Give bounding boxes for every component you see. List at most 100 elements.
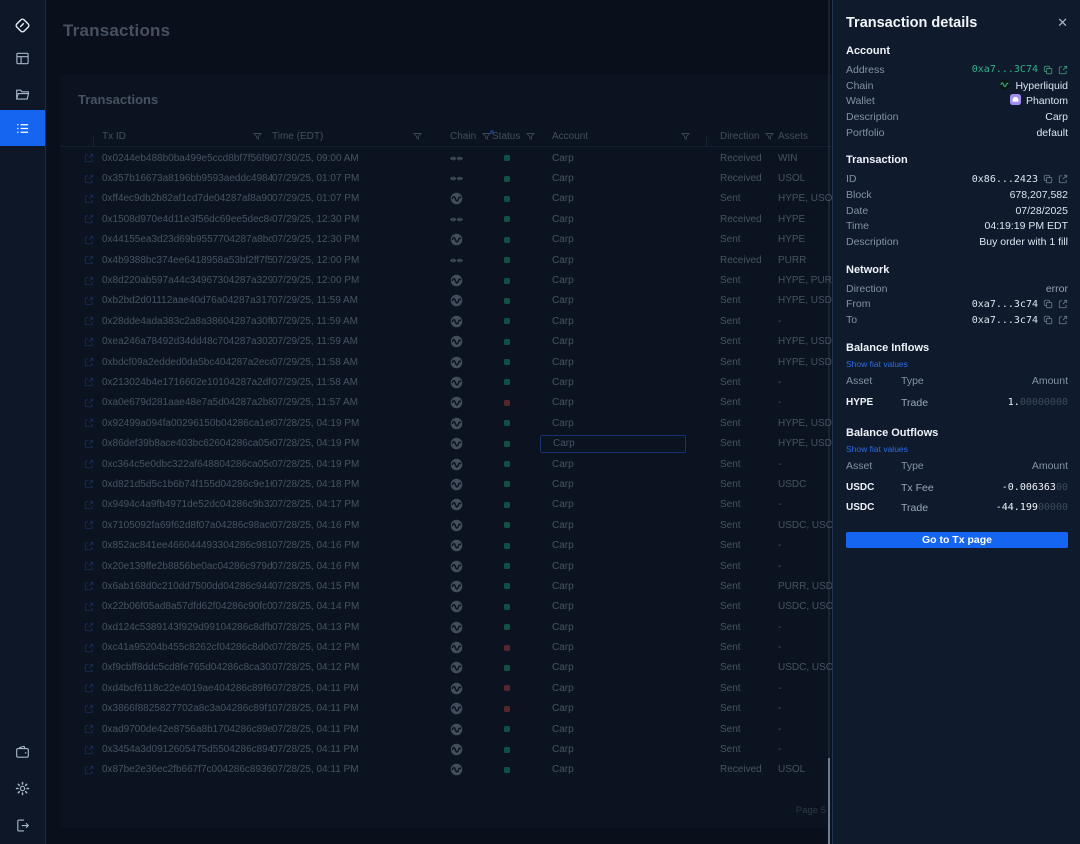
tx-id-cell[interactable]: 0x852ac841ee466044493304286c981e01...	[102, 540, 272, 551]
external-link-icon[interactable]	[76, 337, 102, 347]
table-row[interactable]: 0x1508d970e4d11e3f56dc69ee5dec8453...07/…	[60, 209, 862, 229]
external-link-icon[interactable]	[76, 561, 102, 571]
tx-id-cell[interactable]: 0x87be2e36ec2fb667f7c004286c8936012...	[102, 764, 272, 775]
tx-id-cell[interactable]: 0x20e139ffe2b8856be0ac04286c979d02...	[102, 561, 272, 572]
external-link-icon[interactable]	[76, 704, 102, 714]
account-cell[interactable]: Carp	[540, 679, 700, 697]
go-to-tx-page-button[interactable]: Go to Tx page	[846, 532, 1068, 548]
account-cell[interactable]: Carp	[540, 394, 700, 412]
tx-id-cell[interactable]: 0xd124c5389143f929d99104286c8dfb020...	[102, 622, 272, 633]
scrollbar-track[interactable]	[828, 0, 830, 844]
account-cell[interactable]: Carp	[540, 414, 700, 432]
tx-id-cell[interactable]: 0x92499a094fa00296150b04286ca1e802...	[102, 418, 272, 429]
column-header-txid[interactable]: Tx ID	[102, 131, 272, 142]
external-link-icon[interactable]	[76, 745, 102, 755]
tx-id-cell[interactable]: 0xad9700de42e8756a8b1704286c89ee01...	[102, 724, 272, 735]
account-cell[interactable]: Carp	[540, 170, 700, 188]
external-link-icon[interactable]	[1058, 299, 1068, 309]
scrollbar-thumb[interactable]	[828, 758, 830, 844]
tx-id-cell[interactable]: 0xd821d5d5c1b6b74f155d04286c9e16013...	[102, 479, 272, 490]
table-row[interactable]: 0x852ac841ee466044493304286c981e01...07/…	[60, 535, 862, 555]
tx-id-cell[interactable]: 0x0244eb488b0ba499e5ccd8bf7f56f908...	[102, 153, 272, 164]
table-row[interactable]: 0xbdcf09a2edded0da5bc404287a2ecc02...07/…	[60, 352, 862, 372]
account-cell[interactable]: Carp	[540, 537, 700, 555]
tx-id-cell[interactable]: 0x3454a3d0912605475d5504286c894601...	[102, 744, 272, 755]
external-link-icon[interactable]	[76, 663, 102, 673]
column-header-chain[interactable]: Chain	[432, 131, 490, 142]
tx-id-cell[interactable]: 0x86def39b8ace403bc62604286ca05e0...	[102, 438, 272, 449]
sidebar-item-dashboard[interactable]	[0, 40, 45, 76]
filter-icon[interactable]	[253, 132, 262, 141]
table-row[interactable]: 0x92499a094fa00296150b04286ca1e802...07/…	[60, 413, 862, 433]
column-header-account[interactable]: Account	[540, 131, 700, 142]
table-row[interactable]: 0x0244eb488b0ba499e5ccd8bf7f56f908...07/…	[60, 148, 862, 168]
account-cell[interactable]: Carp	[540, 761, 700, 779]
sidebar-item-transactions[interactable]	[0, 110, 45, 146]
account-cell[interactable]: Carp	[540, 577, 700, 595]
tx-id-cell[interactable]: 0x213024b4e1716602e10104287a2dfc020...	[102, 377, 272, 388]
tx-id-cell[interactable]: 0xff4ec9db2b82af1cd7de04287af8a90127...	[102, 193, 272, 204]
account-cell[interactable]: Carp	[540, 312, 700, 330]
column-header-time[interactable]: Time (EDT)	[272, 131, 432, 142]
external-link-icon[interactable]	[76, 235, 102, 245]
external-link-icon[interactable]	[76, 622, 102, 632]
account-cell[interactable]: Carp	[540, 231, 700, 249]
table-row[interactable]: 0x6ab168d0c210dd7500dd04286c944d0...07/2…	[60, 576, 862, 596]
external-link-icon[interactable]	[76, 602, 102, 612]
tx-id-cell[interactable]: 0xb2bd2d01112aae40d76a04287a3174020...	[102, 295, 272, 306]
external-link-icon[interactable]	[76, 479, 102, 489]
table-row[interactable]: 0x87be2e36ec2fb667f7c004286c8936012...07…	[60, 760, 862, 780]
external-link-icon[interactable]	[76, 357, 102, 367]
account-cell[interactable]: Carp	[540, 435, 686, 453]
tx-id-cell[interactable]: 0x357b16673a8196bb9593aeddc498433a...	[102, 173, 272, 184]
account-cell[interactable]: Carp	[540, 516, 700, 534]
account-cell[interactable]: Carp	[540, 373, 700, 391]
tx-id-cell[interactable]: 0xd4bcf6118c22e4019ae404286c89f6019...	[102, 683, 272, 694]
table-row[interactable]: 0xff4ec9db2b82af1cd7de04287af8a90127...0…	[60, 189, 862, 209]
external-link-icon[interactable]	[76, 174, 102, 184]
table-row[interactable]: 0x7105092fa69f62d8f07a04286c98ac01b...07…	[60, 515, 862, 535]
column-header-direction[interactable]: Direction	[700, 131, 762, 142]
show-fiat-values-link[interactable]: Show fiat values	[846, 444, 908, 454]
external-link-icon[interactable]	[76, 439, 102, 449]
tx-id-cell[interactable]: 0xc41a95204b455c8262cf04286c8d0c01...	[102, 642, 272, 653]
external-link-icon[interactable]	[76, 255, 102, 265]
account-cell[interactable]: Carp	[540, 659, 700, 677]
table-row[interactable]: 0x86def39b8ace403bc62604286ca05e0...07/2…	[60, 433, 862, 453]
account-cell[interactable]: Carp	[540, 149, 700, 167]
table-row[interactable]: 0x357b16673a8196bb9593aeddc498433a...07/…	[60, 168, 862, 188]
external-link-icon[interactable]	[76, 541, 102, 551]
table-row[interactable]: 0x22b06f05ad8a57dfd62f04286c90fc020...07…	[60, 597, 862, 617]
table-row[interactable]: 0xa0e679d281aae48e7a5d04287a2b8902...07/…	[60, 393, 862, 413]
tx-id-cell[interactable]: 0xc364c5e0dbc322af648804286ca05c01...	[102, 459, 272, 470]
account-cell[interactable]: Carp	[540, 353, 700, 371]
table-row[interactable]: 0xd124c5389143f929d99104286c8dfb020...07…	[60, 617, 862, 637]
tx-id-cell[interactable]: 0x8d220ab597a44c34967304287a329801...	[102, 275, 272, 286]
table-row[interactable]: 0x3866f8825827702a8c3a04286c89f101a...07…	[60, 699, 862, 719]
account-cell[interactable]: Carp	[540, 741, 700, 759]
account-cell[interactable]: Carp	[540, 190, 700, 208]
tx-id-cell[interactable]: 0x22b06f05ad8a57dfd62f04286c90fc020...	[102, 601, 272, 612]
sidebar-item-portfolios[interactable]	[0, 76, 45, 112]
account-cell[interactable]: Carp	[540, 292, 700, 310]
external-link-icon[interactable]	[76, 418, 102, 428]
external-link-icon[interactable]	[76, 683, 102, 693]
table-row[interactable]: 0x4b9388bc374ee6418958a53bf2ff7f59f7...0…	[60, 250, 862, 270]
tx-id-cell[interactable]: 0x3866f8825827702a8c3a04286c89f101a...	[102, 703, 272, 714]
table-row[interactable]: 0x9494c4a9fb4971de52dc04286c9b3201...07/…	[60, 495, 862, 515]
external-link-icon[interactable]	[76, 500, 102, 510]
tx-id-cell[interactable]: 0x44155ea3d23d69b9557704287a8bc102...	[102, 234, 272, 245]
tx-id-cell[interactable]: 0x7105092fa69f62d8f07a04286c98ac01b...	[102, 520, 272, 531]
external-link-icon[interactable]	[76, 153, 102, 163]
external-link-icon[interactable]	[76, 643, 102, 653]
table-row[interactable]: 0xd821d5d5c1b6b74f155d04286c9e16013...07…	[60, 474, 862, 494]
filter-icon[interactable]	[681, 132, 690, 141]
table-row[interactable]: 0x8d220ab597a44c34967304287a329801...07/…	[60, 270, 862, 290]
tx-id-cell[interactable]: 0xea246a78492d34dd48c704287a302402...	[102, 336, 272, 347]
table-row[interactable]: 0x44155ea3d23d69b9557704287a8bc102...07/…	[60, 230, 862, 250]
tx-id-cell[interactable]: 0xbdcf09a2edded0da5bc404287a2ecc02...	[102, 357, 272, 368]
external-link-icon[interactable]	[76, 724, 102, 734]
tx-id-cell[interactable]: 0x28dde4ada383c2a8a38604287a30ff02...	[102, 316, 272, 327]
external-link-icon[interactable]	[1058, 65, 1068, 75]
table-row[interactable]: 0xc41a95204b455c8262cf04286c8d0c01...07/…	[60, 637, 862, 657]
